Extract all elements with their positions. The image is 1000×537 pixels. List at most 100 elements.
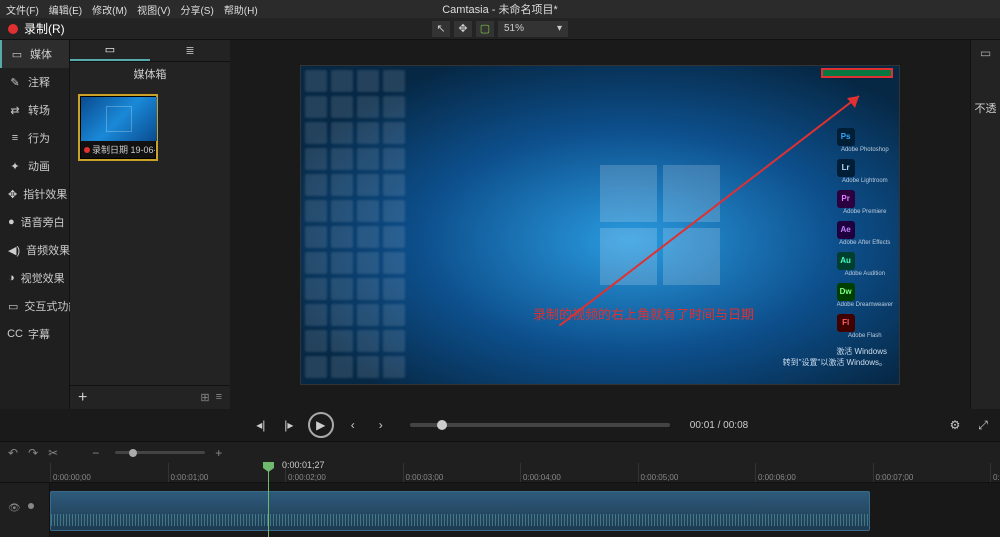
pointer-tool[interactable]: ↖ [432, 21, 450, 37]
list-view-icon[interactable]: ≡ [216, 391, 222, 404]
timeline-zoom-slider[interactable] [115, 451, 205, 454]
record-button[interactable]: 录制(R) [24, 20, 65, 37]
playback-slider[interactable] [410, 423, 670, 427]
play-button[interactable]: ▶ [308, 412, 334, 438]
ruler-tick: 0:00:07;00 [873, 463, 914, 482]
crop-tool[interactable]: ▢ [476, 21, 494, 37]
timeline-clip[interactable] [50, 491, 870, 531]
pan-tool[interactable]: ✥ [454, 21, 472, 37]
media-clip[interactable]: 录制日期 19-06-1… [78, 94, 158, 161]
playback-slider-knob[interactable] [437, 420, 447, 430]
ruler-tick: 0:00:06;00 [755, 463, 796, 482]
media-tabs: ▭ ≣ [70, 40, 230, 62]
sidebar-item-captions[interactable]: CC字幕 [0, 320, 69, 348]
media-clip-label: 录制日期 19-06-1… [81, 141, 155, 158]
desktop-app-icon: AeAdobe After Effects [837, 221, 893, 246]
main-area: ▭媒体 ✎注释 ⇄转场 ≡行为 ✦动画 ✥指针效果 ●语音旁白 ◀)音频效果 ◑… [0, 40, 1000, 409]
timeline[interactable]: + 👁 0:00:00;000:00:01;000:00:02;000:00:0… [0, 463, 1000, 537]
timeline-zoom-knob[interactable] [129, 449, 137, 457]
ruler-tick: 0:00:08;00 [990, 463, 1000, 482]
playhead[interactable]: 0:00:01;27 [268, 463, 269, 537]
desktop-icons-right: PsAdobe Photoshop LrAdobe Lightroom PrAdob… [837, 128, 893, 339]
media-bin-title: 媒体箱 [70, 62, 230, 86]
menu-file[interactable]: 文件(F) [6, 2, 39, 17]
cut-button[interactable]: ✂ [48, 446, 58, 460]
prev-frame-button[interactable]: ◂| [252, 416, 270, 434]
menu-view[interactable]: 视图(V) [137, 2, 170, 17]
voice-icon: ● [8, 216, 15, 228]
sidebar-item-interactive[interactable]: ▭交互式功能 [0, 292, 69, 320]
menu-edit[interactable]: 编辑(E) [49, 2, 82, 17]
transitions-icon: ⇄ [8, 104, 22, 117]
playback-controls: ◂| |▸ ▶ ‹ › 00:01 / 00:08 ⚙ ⤢ [0, 409, 1000, 441]
sidebar-item-annotations[interactable]: ✎注释 [0, 68, 69, 96]
media-clip-thumbnail [81, 97, 157, 141]
behaviors-icon: ≡ [8, 132, 22, 144]
opacity-label: 不透 [975, 100, 997, 116]
annotations-icon: ✎ [8, 76, 22, 89]
sidebar-item-cursor[interactable]: ✥指针效果 [0, 180, 69, 208]
timeline-ruler[interactable]: 0:00:00;000:00:01;000:00:02;000:00:03;00… [0, 463, 1000, 483]
desktop-app-icon: PrAdobe Premiere [837, 190, 893, 215]
desktop-app-icon: DwAdobe Dreamweaver [837, 283, 893, 308]
cursor-icon: ✥ [8, 188, 17, 201]
zoom-in-button[interactable]: + [215, 446, 222, 460]
sidebar-item-behaviors[interactable]: ≡行为 [0, 124, 69, 152]
record-dot-icon [84, 147, 90, 153]
ruler-tick: 0:00:04;00 [520, 463, 561, 482]
media-footer: + ⊞ ≡ [70, 385, 230, 409]
menu-share[interactable]: 分享(S) [180, 2, 213, 17]
playhead-time: 0:00:01;27 [282, 460, 325, 470]
next-frame-button[interactable]: |▸ [280, 416, 298, 434]
desktop-app-icon: LrAdobe Lightroom [837, 159, 893, 184]
sidebar-item-visual[interactable]: ◑视觉效果 [0, 264, 69, 292]
add-media-button[interactable]: + [78, 389, 87, 407]
menu-help[interactable]: 帮助(H) [224, 2, 258, 17]
fullscreen-button[interactable]: ⤢ [974, 416, 992, 434]
annotation-text: 录制的视频的右上角就有了时间与日期 [533, 304, 754, 323]
desktop-app-icon: FlAdobe Flash [837, 314, 893, 339]
media-tab-bin[interactable]: ▭ [70, 40, 150, 61]
ruler-tick: 0:00:01;00 [168, 463, 209, 482]
timeline-tools: ↶ ↷ ✂ − + [0, 441, 1000, 463]
sidebar-item-media[interactable]: ▭媒体 [0, 40, 69, 68]
desktop-app-icon: PsAdobe Photoshop [837, 128, 893, 153]
grid-view-icon[interactable]: ⊞ [200, 391, 209, 404]
desktop-icons-left [305, 70, 405, 378]
sidebar-item-animations[interactable]: ✦动画 [0, 152, 69, 180]
preview-canvas[interactable]: PsAdobe Photoshop LrAdobe Lightroom PrAdob… [300, 65, 900, 385]
media-bin-body: 录制日期 19-06-1… [70, 86, 230, 385]
ruler-tick: 0:00:00;00 [50, 463, 91, 482]
step-back-button[interactable]: ‹ [344, 416, 362, 434]
zoom-select[interactable]: 51% ▾ [498, 21, 568, 37]
windows-logo [600, 165, 720, 285]
annotation-highlight-box [821, 68, 893, 78]
properties-sidebar: ▭ 不透 [970, 40, 1000, 409]
windows-watermark: 激活 Windows 转到"设置"以激活 Windows。 [783, 346, 887, 368]
menu-bar: 文件(F) 编辑(E) 修改(M) 视图(V) 分享(S) 帮助(H) Camt… [0, 0, 1000, 18]
step-forward-button[interactable]: › [372, 416, 390, 434]
sidebar-item-transitions[interactable]: ⇄转场 [0, 96, 69, 124]
media-tab-list[interactable]: ≣ [150, 40, 230, 61]
zoom-out-button[interactable]: − [92, 446, 99, 460]
tool-sidebar: ▭媒体 ✎注释 ⇄转场 ≡行为 ✦动画 ✥指针效果 ●语音旁白 ◀)音频效果 ◑… [0, 40, 70, 409]
interactive-icon: ▭ [8, 300, 18, 313]
properties-icon[interactable]: ▭ [980, 46, 991, 60]
menu-modify[interactable]: 修改(M) [92, 2, 127, 17]
animations-icon: ✦ [8, 160, 22, 173]
redo-button[interactable]: ↷ [28, 446, 38, 460]
app-title: Camtasia - 未命名项目* [442, 1, 558, 17]
clip-waveform [51, 514, 869, 526]
sidebar-item-voice[interactable]: ●语音旁白 [0, 208, 69, 236]
media-panel: ▭ ≣ 媒体箱 录制日期 19-06-1… + ⊞ ≡ [70, 40, 230, 409]
ruler-tick: 0:00:03;00 [403, 463, 444, 482]
visual-icon: ◑ [8, 272, 15, 284]
canvas-area: PsAdobe Photoshop LrAdobe Lightroom PrAdob… [230, 40, 970, 409]
canvas-toolbar: ↖ ✥ ▢ 51% ▾ [432, 21, 568, 37]
canvas-settings-button[interactable]: ⚙ [946, 416, 964, 434]
track-visibility-icon[interactable]: 👁 [8, 503, 21, 514]
record-icon [8, 24, 18, 34]
undo-button[interactable]: ↶ [8, 446, 18, 460]
track-lock-icon[interactable] [28, 503, 34, 509]
sidebar-item-audio[interactable]: ◀)音频效果 [0, 236, 69, 264]
